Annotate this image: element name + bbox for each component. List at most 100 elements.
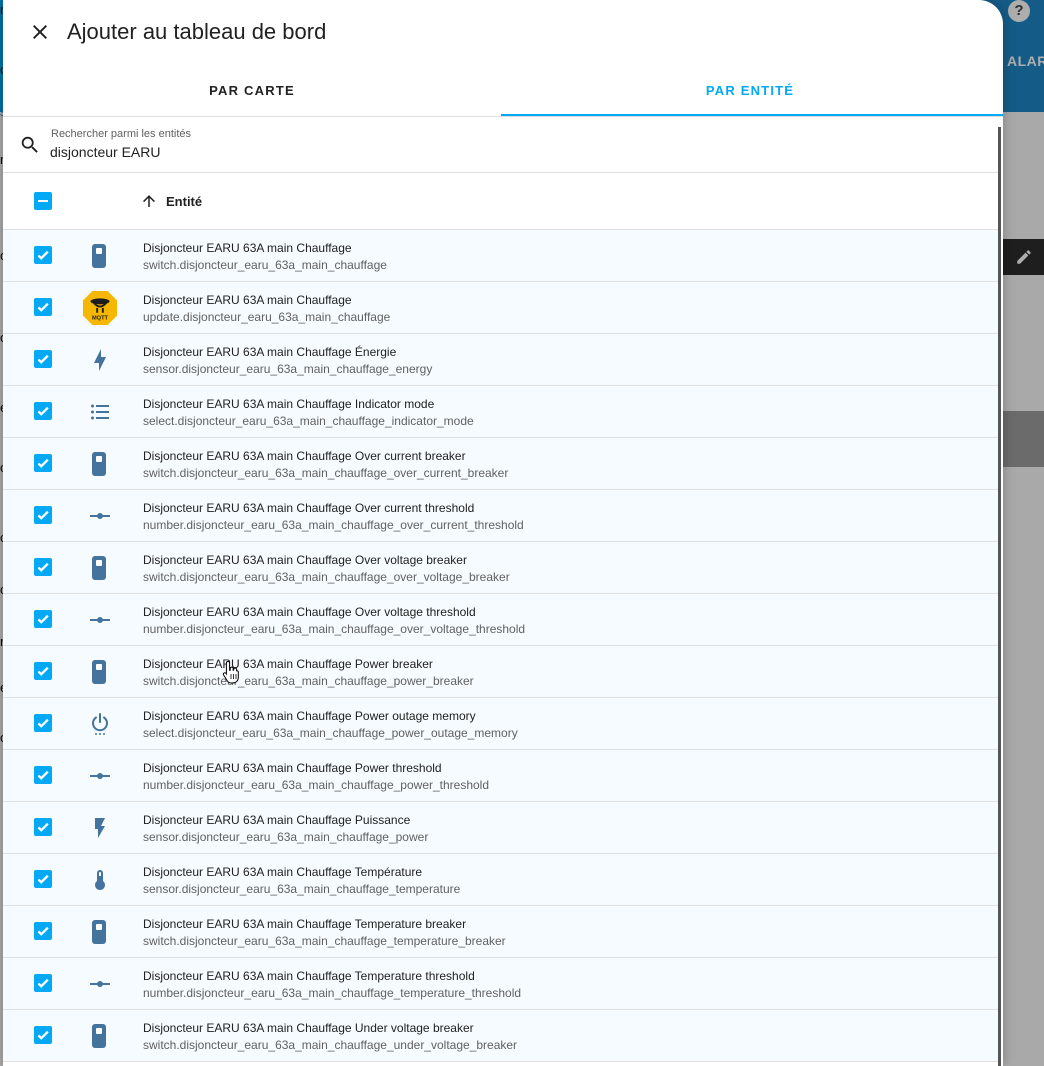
entity-name: Disjoncteur EARU 63A main Chauffage Temp… <box>143 917 467 931</box>
table-row[interactable]: Disjoncteur EARU 63A main Chauffage Temp… <box>3 958 999 1010</box>
dialog-header: Ajouter au tableau de bord <box>3 0 1003 64</box>
dialog-tabs: PAR CARTE PAR ENTITÉ <box>3 64 1003 117</box>
row-checkbox[interactable] <box>34 610 52 628</box>
entity-id: sensor.disjoncteur_earu_63a_main_chauffa… <box>143 362 433 376</box>
switch-icon <box>82 654 118 690</box>
table-row[interactable]: MQTT Disjoncteur EARU 63A main Chauffage u… <box>3 282 999 334</box>
mqtt-logo-icon: MQTT <box>82 290 118 326</box>
power-settings-icon <box>82 706 118 742</box>
close-icon <box>33 25 47 39</box>
entity-column-label: Entité <box>166 193 203 209</box>
entity-list: Disjoncteur EARU 63A main Chauffage switc… <box>3 230 999 1062</box>
entity-name: Disjoncteur EARU 63A main Chauffage Over… <box>143 501 475 515</box>
entity-id: number.disjoncteur_earu_63a_main_chauffa… <box>143 778 490 792</box>
table-row[interactable]: Disjoncteur EARU 63A main Chauffage Unde… <box>3 1010 999 1062</box>
arrow-up-icon <box>143 195 155 207</box>
entity-name: Disjoncteur EARU 63A main Chauffage Powe… <box>143 761 442 775</box>
select-all-checkbox[interactable] <box>34 192 52 210</box>
entity-id: select.disjoncteur_earu_63a_main_chauffa… <box>143 726 518 740</box>
thermometer-icon <box>82 862 118 898</box>
table-row[interactable]: Disjoncteur EARU 63A main Chauffage Over… <box>3 594 999 646</box>
add-to-dashboard-dialog: Ajouter au tableau de bord PAR CARTE PAR… <box>3 0 1003 1066</box>
entity-name: Disjoncteur EARU 63A main Chauffage <box>143 241 352 255</box>
row-checkbox[interactable] <box>34 506 52 524</box>
search-input[interactable] <box>50 142 950 162</box>
entity-name: Disjoncteur EARU 63A main Chauffage <box>143 293 352 307</box>
entity-id: number.disjoncteur_earu_63a_main_chauffa… <box>143 622 526 636</box>
check-icon <box>36 560 50 574</box>
entity-id: switch.disjoncteur_earu_63a_main_chauffa… <box>143 466 509 480</box>
ray-vertex-icon <box>82 602 118 638</box>
switch-icon <box>82 1018 118 1054</box>
table-row[interactable]: Disjoncteur EARU 63A main Chauffage Over… <box>3 438 999 490</box>
entity-name: Disjoncteur EARU 63A main Chauffage Over… <box>143 449 466 463</box>
row-checkbox[interactable] <box>34 974 52 992</box>
tab-by-entity-label: PAR ENTITÉ <box>705 82 795 98</box>
table-row[interactable]: Disjoncteur EARU 63A main Chauffage Powe… <box>3 646 999 698</box>
search-icon <box>21 136 38 153</box>
entity-name: Disjoncteur EARU 63A main Chauffage Éner… <box>143 345 397 359</box>
entity-name: Disjoncteur EARU 63A main Chauffage Powe… <box>143 657 433 671</box>
entity-id: switch.disjoncteur_earu_63a_main_chauffa… <box>143 934 506 948</box>
row-checkbox[interactable] <box>34 870 52 888</box>
check-icon <box>36 872 50 886</box>
entity-name: Disjoncteur EARU 63A main Chauffage Over… <box>143 605 476 619</box>
row-checkbox[interactable] <box>34 454 52 472</box>
table-row[interactable]: Disjoncteur EARU 63A main Chauffage Indi… <box>3 386 999 438</box>
table-row[interactable]: Disjoncteur EARU 63A main Chauffage Powe… <box>3 698 999 750</box>
check-icon <box>36 456 50 470</box>
check-icon <box>36 820 50 834</box>
search-label: Rechercher parmi les entités <box>51 128 192 140</box>
check-icon <box>36 352 50 366</box>
row-checkbox[interactable] <box>34 350 52 368</box>
row-checkbox[interactable] <box>34 1026 52 1044</box>
table-row[interactable]: Disjoncteur EARU 63A main Chauffage Puis… <box>3 802 999 854</box>
minus-icon <box>38 200 48 202</box>
entity-id: sensor.disjoncteur_earu_63a_main_chauffa… <box>143 882 461 896</box>
scrollbar[interactable] <box>998 127 1001 1066</box>
row-checkbox[interactable] <box>34 246 52 264</box>
entity-name: Disjoncteur EARU 63A main Chauffage Indi… <box>143 397 435 411</box>
table-row[interactable]: Disjoncteur EARU 63A main Chauffage Over… <box>3 542 999 594</box>
table-row[interactable]: Disjoncteur EARU 63A main Chauffage Temp… <box>3 854 999 906</box>
entity-id: number.disjoncteur_earu_63a_main_chauffa… <box>143 986 522 1000</box>
ray-vertex-icon <box>82 966 118 1002</box>
row-checkbox[interactable] <box>34 818 52 836</box>
row-checkbox[interactable] <box>34 298 52 316</box>
check-icon <box>36 664 50 678</box>
row-checkbox[interactable] <box>34 558 52 576</box>
dialog-title: Ajouter au tableau de bord <box>67 19 327 44</box>
table-row[interactable]: Disjoncteur EARU 63A main Chauffage Powe… <box>3 750 999 802</box>
tab-by-card[interactable]: PAR CARTE <box>3 64 501 116</box>
entity-column-header[interactable]: Entité <box>140 192 202 210</box>
tab-by-entity[interactable]: PAR ENTITÉ <box>501 64 1003 116</box>
entity-name: Disjoncteur EARU 63A main Chauffage Powe… <box>143 709 476 723</box>
table-row[interactable]: Disjoncteur EARU 63A main Chauffage Éner… <box>3 334 999 386</box>
switch-icon <box>82 446 118 482</box>
check-icon <box>36 768 50 782</box>
close-button[interactable] <box>21 13 59 51</box>
switch-icon <box>82 238 118 274</box>
switch-icon <box>82 914 118 950</box>
table-row[interactable]: Disjoncteur EARU 63A main Chauffage Temp… <box>3 906 999 958</box>
entity-id: sensor.disjoncteur_earu_63a_main_chauffa… <box>143 830 429 844</box>
entity-id: switch.disjoncteur_earu_63a_main_chauffa… <box>143 674 474 688</box>
ray-vertex-icon <box>82 758 118 794</box>
entity-id: switch.disjoncteur_earu_63a_main_chauffa… <box>143 258 387 272</box>
check-icon <box>36 924 50 938</box>
row-checkbox[interactable] <box>34 662 52 680</box>
row-checkbox[interactable] <box>34 402 52 420</box>
table-row[interactable]: Disjoncteur EARU 63A main Chauffage Over… <box>3 490 999 542</box>
row-checkbox[interactable] <box>34 922 52 940</box>
check-icon <box>36 976 50 990</box>
table-row[interactable]: Disjoncteur EARU 63A main Chauffage switc… <box>3 230 999 282</box>
entity-name: Disjoncteur EARU 63A main Chauffage Over… <box>143 553 467 567</box>
row-checkbox[interactable] <box>34 714 52 732</box>
check-icon <box>36 508 50 522</box>
entity-name: Disjoncteur EARU 63A main Chauffage Unde… <box>143 1021 474 1035</box>
hand-cursor-icon <box>222 660 239 684</box>
flash-icon <box>82 810 118 846</box>
check-icon <box>36 248 50 262</box>
ray-vertex-icon <box>82 498 118 534</box>
row-checkbox[interactable] <box>34 766 52 784</box>
